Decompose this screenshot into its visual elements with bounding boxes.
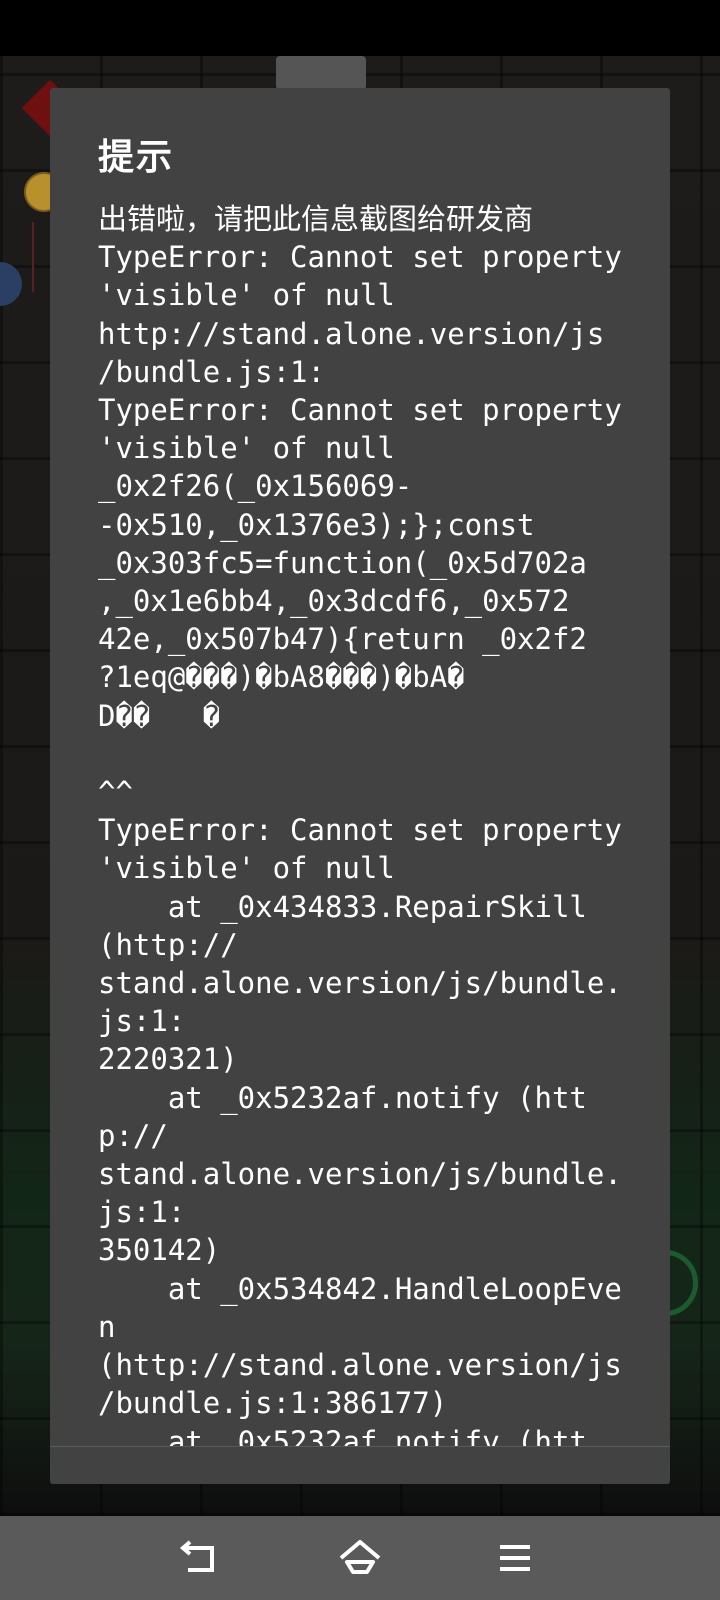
status-bar bbox=[0, 0, 720, 56]
dialog-message: 出错啦，请把此信息截图给研发商 TypeError: Cannot set pr… bbox=[98, 202, 622, 1446]
navigation-bar bbox=[0, 1516, 720, 1600]
menu-icon[interactable] bbox=[496, 1536, 542, 1580]
game-sword-icon bbox=[32, 222, 48, 292]
dialog-title: 提示 bbox=[98, 137, 175, 178]
error-dialog: 提示 出错啦，请把此信息截图给研发商 TypeError: Cannot set… bbox=[50, 88, 670, 1484]
game-top-panel bbox=[276, 56, 366, 90]
ok-button[interactable]: OK bbox=[562, 1481, 604, 1484]
dialog-footer: OK bbox=[50, 1447, 670, 1484]
back-icon[interactable] bbox=[178, 1536, 224, 1580]
home-icon[interactable] bbox=[337, 1536, 383, 1580]
